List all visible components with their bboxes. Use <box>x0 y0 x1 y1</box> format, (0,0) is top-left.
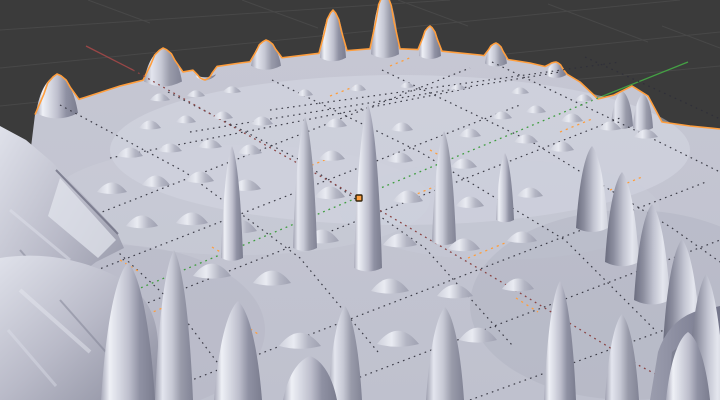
x-axis-line <box>85 45 134 71</box>
viewport-canvas[interactable] <box>0 0 720 400</box>
object-origin-dot[interactable] <box>355 194 363 202</box>
blender-3d-viewport[interactable] <box>0 0 720 400</box>
